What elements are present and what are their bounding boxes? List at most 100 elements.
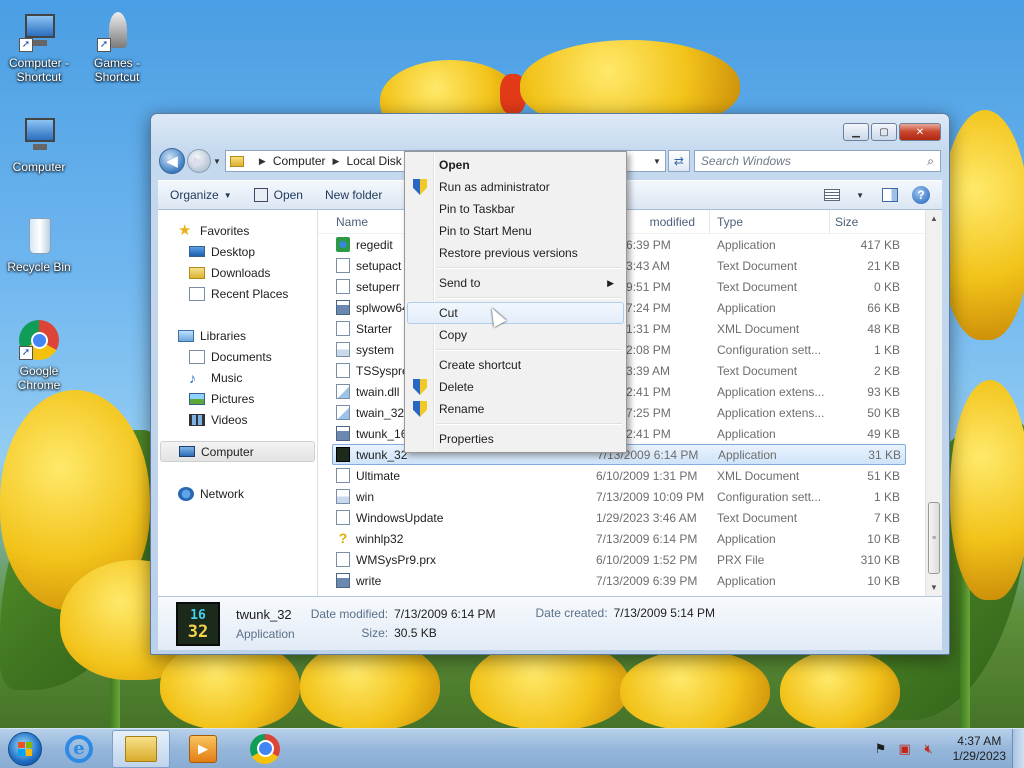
desktop-icon-computer-shortcut[interactable]: ➚ Computer - Shortcut — [4, 12, 74, 84]
show-desktop-button[interactable] — [1012, 729, 1024, 768]
desktop-icon-games-shortcut[interactable]: ➚ Games - Shortcut — [82, 12, 152, 84]
menu-item-cut[interactable]: Cut — [407, 302, 624, 324]
file-row[interactable]: Ultimate 6/10/2009 1:31 PM XML Document 51 … — [318, 465, 942, 486]
taskbar-media-player[interactable]: ▶ — [174, 730, 232, 768]
nav-recent-places[interactable]: Recent Places — [158, 283, 317, 304]
nav-favorites[interactable]: ★ Favorites — [158, 220, 317, 241]
nav-desktop[interactable]: Desktop — [158, 241, 317, 262]
desktop-icon-computer[interactable]: Computer — [4, 116, 74, 174]
star-icon: ★ — [178, 221, 192, 239]
menu-item-create-shortcut[interactable]: Create shortcut — [407, 354, 624, 376]
scroll-thumb[interactable]: ≡ — [928, 502, 940, 574]
dll-file-icon — [336, 384, 350, 399]
vertical-scrollbar[interactable]: ▲ ≡ ▼ — [925, 210, 942, 596]
nav-documents[interactable]: Documents — [158, 346, 317, 367]
nav-downloads[interactable]: Downloads — [158, 262, 317, 283]
uac-shield-icon — [413, 179, 427, 195]
network-disconnected-icon[interactable]: ▣ — [897, 741, 913, 756]
menu-item-label: Run as administrator — [439, 180, 550, 194]
chevron-right-icon[interactable]: ▶ — [259, 156, 266, 167]
regedit-file-icon — [336, 237, 350, 252]
column-header-size[interactable]: Size — [830, 210, 904, 234]
close-button[interactable]: ✕ — [899, 123, 941, 141]
file-size: 49 KB — [867, 426, 900, 441]
back-button[interactable]: ◀ — [159, 148, 185, 174]
menu-item-send-to[interactable]: Send to ▶ — [407, 272, 624, 294]
desktop-icon-label: Computer — [12, 160, 66, 174]
uac-shield-icon — [413, 379, 427, 395]
submenu-arrow-icon: ▶ — [607, 277, 614, 288]
breadcrumb-computer[interactable]: Computer — [273, 154, 326, 168]
file-name: twain_32. — [356, 405, 408, 420]
menu-item-properties[interactable]: Properties — [407, 428, 624, 450]
scroll-up-icon[interactable]: ▲ — [926, 210, 942, 227]
menu-item-open[interactable]: Open — [407, 154, 624, 176]
menu-item-run-as-administrator[interactable]: Run as administrator — [407, 176, 624, 198]
taskbar-windows-explorer[interactable] — [112, 729, 170, 768]
search-icon[interactable]: ⌕ — [927, 154, 934, 169]
file-size: 1 KB — [873, 489, 900, 504]
file-row[interactable]: write 7/13/2009 6:39 PM Application 10 KB — [318, 570, 942, 591]
clock[interactable]: 4:37 AM 1/29/2023 — [953, 734, 1006, 764]
nav-music[interactable]: ♪ Music — [158, 367, 317, 388]
search-input[interactable]: Search Windows ⌕ — [693, 150, 941, 172]
file-name: splwow64 — [356, 300, 409, 315]
file-row[interactable]: ? winhlp32 7/13/2009 6:14 PM Application 10 … — [318, 528, 942, 549]
nav-videos[interactable]: Videos — [158, 409, 317, 430]
folder-icon — [229, 155, 244, 167]
file-date: 7/13/2009 6:14 PM — [596, 531, 698, 546]
nav-label: Network — [200, 486, 245, 501]
nav-label: Videos — [211, 412, 248, 427]
file-row[interactable]: WindowsUpdate 1/29/2023 3:46 AM Text Docum… — [318, 507, 942, 528]
doc-file-icon — [336, 468, 350, 483]
menu-item-label: Pin to Start Menu — [439, 224, 532, 238]
minimize-button[interactable]: ▁ — [843, 123, 869, 141]
organize-button[interactable]: Organize ▼ — [170, 188, 232, 202]
help-icon[interactable]: ? — [912, 186, 930, 204]
nav-label: Computer — [201, 444, 254, 459]
menu-item-label: Rename — [439, 402, 485, 416]
nav-pictures[interactable]: Pictures — [158, 388, 317, 409]
address-dropdown[interactable]: ▼ — [653, 157, 661, 166]
start-button[interactable] — [4, 730, 46, 768]
file-row[interactable]: WMSysPr9.prx 6/10/2009 1:52 PM PRX File 310… — [318, 549, 942, 570]
taskbar-internet-explorer[interactable]: e — [50, 730, 108, 768]
menu-item-pin-to-start-menu[interactable]: Pin to Start Menu — [407, 220, 624, 242]
menu-item-copy[interactable]: Copy — [407, 324, 624, 346]
refresh-button[interactable]: ⇄ — [667, 150, 690, 172]
maximize-button[interactable]: ▢ — [871, 123, 897, 141]
uac-shield-icon — [413, 401, 427, 417]
taskbar-google-chrome[interactable] — [236, 730, 294, 768]
file-name: setuperr — [356, 279, 401, 294]
volume-muted-icon[interactable]: 🔇︎ — [921, 741, 937, 756]
scroll-down-icon[interactable]: ▼ — [926, 579, 942, 596]
nav-label: Recent Places — [211, 286, 289, 301]
chevron-right-icon[interactable]: ▶ — [333, 156, 340, 167]
recent-pages-dropdown[interactable]: ▼ — [213, 157, 221, 166]
file-size: 21 KB — [867, 258, 900, 273]
forward-button[interactable]: ▶ — [187, 149, 211, 173]
view-options-dropdown[interactable]: ▼ — [856, 191, 864, 200]
change-view-icon[interactable] — [824, 189, 841, 201]
menu-item-delete[interactable]: Delete — [407, 376, 624, 398]
nav-libraries[interactable]: Libraries — [158, 325, 317, 346]
doc-file-icon — [336, 363, 350, 378]
menu-item-rename[interactable]: Rename — [407, 398, 624, 420]
preview-pane-icon[interactable] — [882, 188, 898, 202]
new-folder-button[interactable]: New folder — [325, 188, 382, 202]
breadcrumb-local-disk[interactable]: Local Disk ( — [346, 154, 409, 168]
desktop-icon-recycle-bin[interactable]: Recycle Bin — [4, 216, 74, 274]
menu-item-pin-to-taskbar[interactable]: Pin to Taskbar — [407, 198, 624, 220]
file-name: write — [356, 573, 382, 588]
games-icon: ➚ — [97, 12, 137, 52]
menu-item-restore-previous-versions[interactable]: Restore previous versions — [407, 242, 624, 264]
column-header-type[interactable]: Type — [710, 209, 830, 234]
action-center-flag-icon[interactable]: ⚑ — [873, 741, 889, 756]
dll-file-icon — [336, 405, 350, 420]
nav-computer[interactable]: Computer — [160, 441, 315, 462]
nav-network[interactable]: Network — [158, 483, 317, 504]
file-row[interactable]: win 7/13/2009 10:09 PM Configuration sett.… — [318, 486, 942, 507]
open-button[interactable]: Open — [253, 188, 303, 202]
file-name: Starter — [356, 321, 393, 336]
desktop-icon-google-chrome[interactable]: ➚ Google Chrome — [4, 320, 74, 392]
